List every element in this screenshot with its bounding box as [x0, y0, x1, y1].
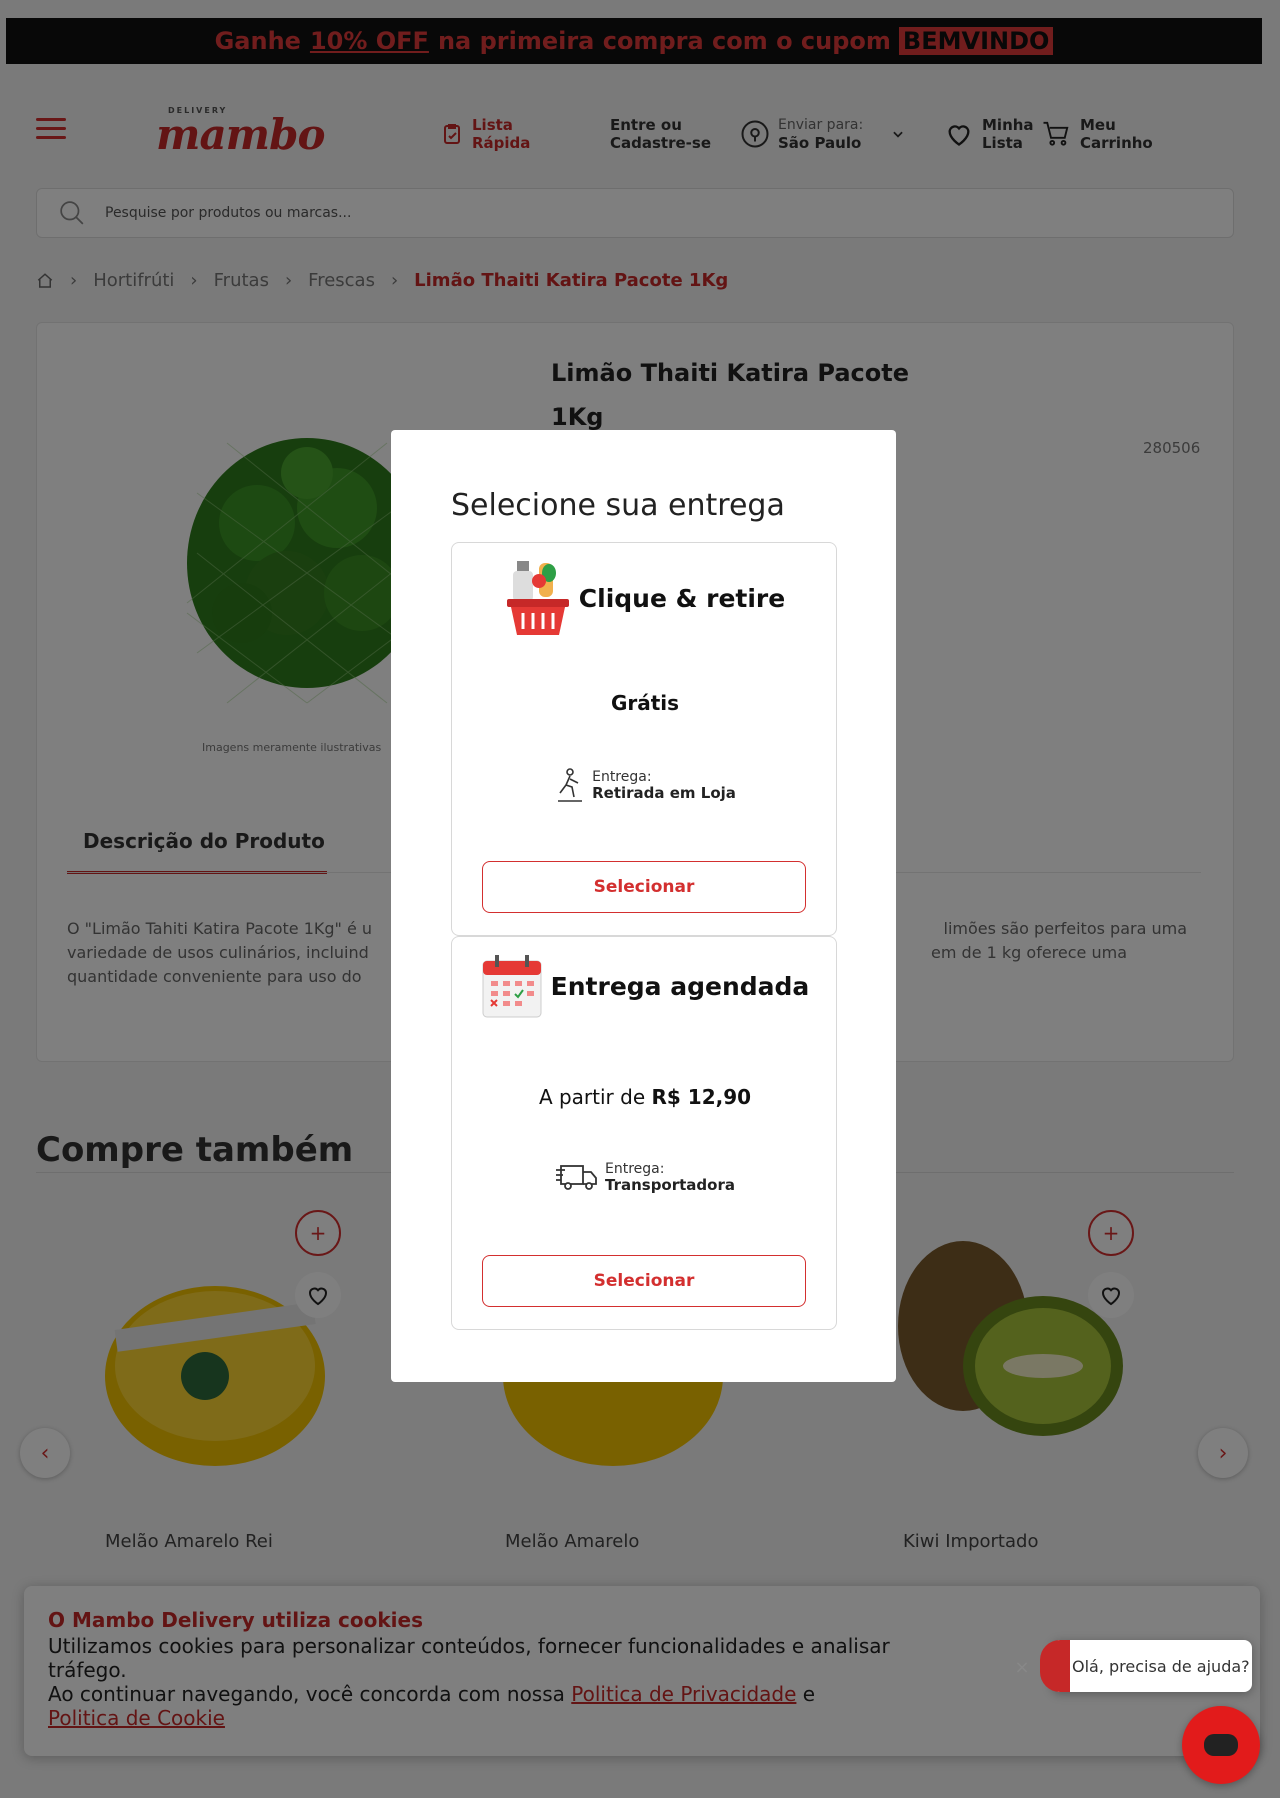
option-price-prefix: A partir de — [538, 1085, 646, 1109]
delivery-value: Transportadora — [604, 1176, 735, 1194]
delivery-option-pickup[interactable]: Clique & retire Grátis Entrega: Retirada … — [451, 542, 837, 936]
chat-close-icon[interactable]: × — [1010, 1655, 1034, 1679]
chat-prompt-text: Olá, precisa de ajuda? — [1072, 1656, 1250, 1676]
option-price: A partir de R$ 12,90 — [452, 1085, 838, 1109]
option-header: Clique & retire — [452, 559, 838, 637]
chat-prompt[interactable]: Olá, precisa de ajuda? — [1040, 1640, 1252, 1692]
delivery-label: Entrega: — [604, 1161, 665, 1177]
option-delivery-info: Entrega: Transportadora — [452, 1161, 838, 1193]
option-price: Grátis — [452, 691, 838, 715]
select-scheduled-button[interactable]: Selecionar — [482, 1255, 806, 1307]
option-price-value: R$ 12,90 — [651, 1085, 752, 1109]
select-pickup-button[interactable]: Selecionar — [482, 861, 806, 913]
delivery-modal: Selecione sua entrega Clique & retire Gr… — [391, 430, 896, 1382]
walking-person-icon — [558, 768, 583, 802]
modal-title: Selecione sua entrega — [451, 488, 785, 523]
option-delivery-info: Entrega: Retirada em Loja — [452, 767, 838, 803]
delivery-label: Entrega: — [592, 769, 652, 785]
delivery-option-scheduled[interactable]: Entrega agendada A partir de R$ 12,90 En… — [451, 936, 837, 1330]
shopping-basket-icon — [506, 561, 569, 635]
option-title: Entrega agendada — [550, 971, 810, 1001]
option-header: Entrega agendada — [452, 953, 838, 1019]
truck-icon — [555, 1165, 597, 1190]
calendar-icon — [482, 955, 542, 1018]
chat-button[interactable] — [1182, 1706, 1260, 1784]
option-title: Clique & retire — [578, 583, 786, 613]
delivery-value: Retirada em Loja — [592, 784, 736, 802]
chat-icon — [1204, 1734, 1238, 1756]
chat-brand-mark — [1040, 1640, 1070, 1692]
option-price-value: Grátis — [610, 691, 680, 715]
